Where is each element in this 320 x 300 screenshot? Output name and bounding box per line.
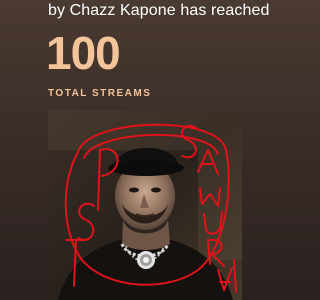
stream-count-label: TOTAL STREAMS — [48, 88, 152, 99]
cover-art-image — [48, 110, 242, 300]
stream-count: 100 — [46, 27, 121, 79]
milestone-screen: by Chazz Kapone has reached 100 TOTAL ST… — [0, 0, 300, 300]
artist-reached-text: by Chazz Kapone has reached — [48, 2, 270, 19]
